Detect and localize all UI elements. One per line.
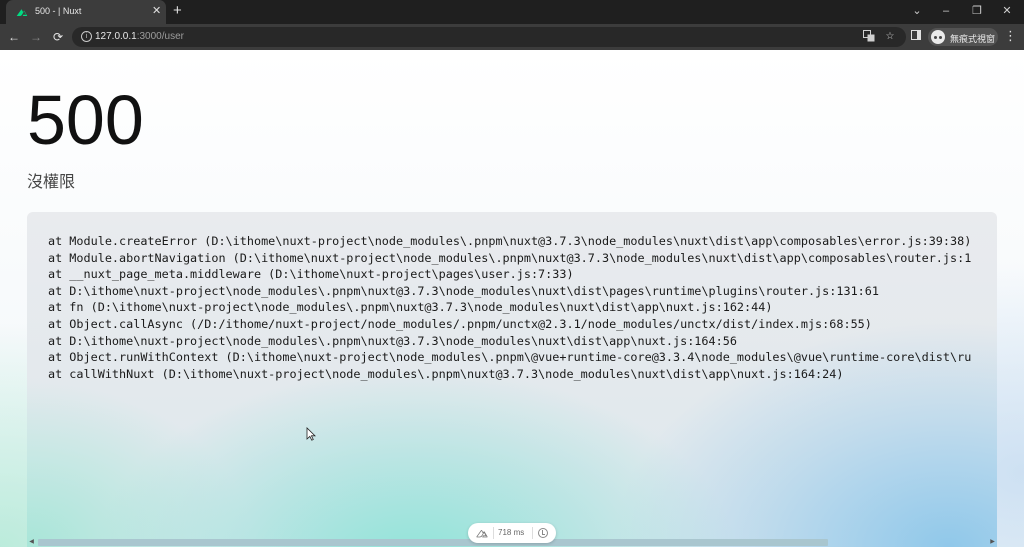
tab-close-icon[interactable]: ✕ bbox=[152, 4, 161, 18]
error-page: 500 沒權限 at Module.createError (D:\ithome… bbox=[0, 50, 1024, 547]
stack-trace-lines: at Module.createError (D:\ithome\nuxt-pr… bbox=[48, 233, 997, 382]
translate-icon[interactable] bbox=[862, 30, 876, 44]
scroll-right-arrow-icon[interactable]: ▶ bbox=[988, 538, 997, 547]
browser-tab[interactable]: 500 - | Nuxt ✕ bbox=[6, 0, 166, 24]
scroll-left-arrow-icon[interactable]: ◀ bbox=[27, 538, 36, 547]
nuxt-devtools-logo-icon bbox=[476, 530, 488, 538]
browser-tab-strip: 500 - | Nuxt ✕ + ⌄ – ❐ ✕ bbox=[0, 0, 1024, 24]
forward-button[interactable]: → bbox=[28, 29, 44, 45]
stack-trace-line: at D:\ithome\nuxt-project\node_modules\.… bbox=[48, 333, 737, 348]
tab-search-chevron-icon[interactable]: ⌄ bbox=[909, 3, 925, 19]
stack-trace-line: at Object.callAsync (/D:/ithome/nuxt-pro… bbox=[48, 316, 872, 331]
side-panel-icon[interactable] bbox=[911, 30, 921, 40]
incognito-label: 無痕式視窗 bbox=[950, 34, 996, 44]
nuxt-logo-icon bbox=[16, 9, 28, 16]
incognito-profile-button[interactable]: 無痕式視窗 bbox=[928, 28, 998, 46]
browser-toolbar: ← → ⟳ i 127.0.0.1:3000/user ☆ bbox=[0, 24, 1024, 50]
nuxt-devtools-toggle[interactable]: 718 ms bbox=[468, 523, 556, 543]
translate-glyph bbox=[863, 30, 875, 42]
tab-title: 500 - | Nuxt bbox=[35, 6, 82, 16]
bookmark-star-icon[interactable]: ☆ bbox=[883, 30, 897, 44]
address-bar[interactable]: i 127.0.0.1:3000/user ☆ bbox=[72, 27, 906, 47]
site-info-icon[interactable]: i bbox=[81, 31, 92, 42]
minimize-button[interactable]: – bbox=[938, 3, 954, 19]
error-status-code: 500 bbox=[27, 81, 144, 159]
devtools-divider bbox=[532, 527, 533, 539]
scrollbar-thumb[interactable] bbox=[38, 539, 828, 546]
stack-trace-line: at Module.createError (D:\ithome\nuxt-pr… bbox=[48, 234, 972, 248]
restore-button[interactable]: ❐ bbox=[969, 3, 985, 19]
stack-trace-line: at callWithNuxt (D:\ithome\nuxt-project\… bbox=[48, 366, 844, 381]
url-host: 127.0.0.1 bbox=[95, 31, 137, 42]
stack-trace-line: at __nuxt_page_meta.middleware (D:\ithom… bbox=[48, 267, 574, 282]
url-text[interactable]: 127.0.0.1:3000/user bbox=[95, 31, 184, 42]
stack-trace-line: at Object.runWithContext (D:\ithome\nuxt… bbox=[48, 350, 972, 365]
devtools-render-time: 718 ms bbox=[498, 528, 525, 537]
browser-menu-icon[interactable]: ⋮ bbox=[1004, 29, 1017, 45]
stack-trace-panel[interactable]: at Module.createError (D:\ithome\nuxt-pr… bbox=[27, 212, 997, 547]
new-tab-button[interactable]: + bbox=[173, 3, 182, 19]
reload-button[interactable]: ⟳ bbox=[50, 29, 66, 45]
devtools-divider bbox=[493, 527, 494, 539]
devtools-timer-icon[interactable] bbox=[538, 528, 548, 538]
close-window-button[interactable]: ✕ bbox=[999, 3, 1015, 19]
stack-trace-line: at D:\ithome\nuxt-project\node_modules\.… bbox=[48, 283, 879, 298]
back-button[interactable]: ← bbox=[6, 29, 22, 45]
error-message: 沒權限 bbox=[27, 172, 76, 191]
stack-trace-line: at Module.abortNavigation (D:\ithome\nux… bbox=[48, 250, 972, 265]
url-path: :3000/user bbox=[136, 31, 184, 42]
mouse-cursor-icon bbox=[306, 427, 316, 441]
stack-trace-line: at fn (D:\ithome\nuxt-project\node_modul… bbox=[48, 300, 773, 315]
incognito-icon bbox=[931, 30, 945, 44]
